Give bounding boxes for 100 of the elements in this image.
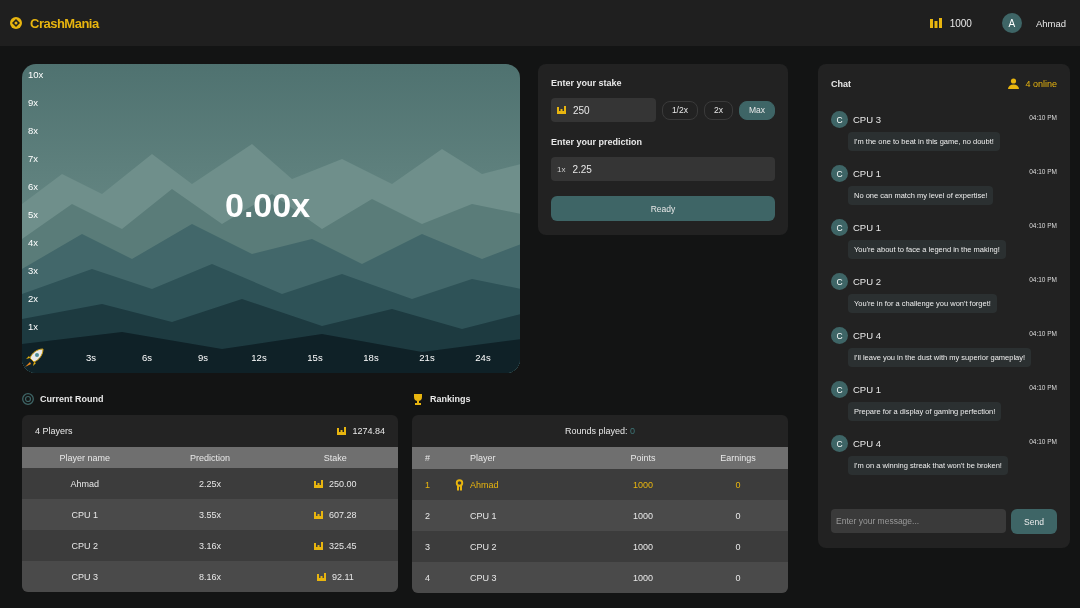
sender-avatar: C: [831, 273, 848, 290]
table-cell-text: 2: [424, 510, 431, 521]
table-cell-text: 1000: [632, 572, 654, 583]
coin-icon: [314, 479, 324, 488]
table-cell-text: Ahmad: [470, 479, 500, 490]
y-axis-label: 4x: [28, 237, 39, 248]
table-cell-text: CPU 2: [470, 541, 498, 552]
coins-icon: [929, 18, 942, 28]
table-cell-text: CPU 1: [470, 510, 498, 521]
x-axis-label: 15s: [307, 352, 323, 363]
table-cell-text: 3.16x: [197, 540, 222, 551]
x-axis-label: 18s: [363, 352, 379, 363]
table-cell-text: CPU 3: [470, 572, 498, 583]
y-axis-label: 5x: [28, 209, 39, 220]
section-title: Rankings: [430, 393, 471, 404]
table-cell-text: 0: [734, 541, 742, 552]
sender-name: CPU 2: [853, 276, 882, 287]
table-cell-text: 8.16x: [197, 571, 222, 582]
table-cell-text: CPU 2: [70, 540, 99, 551]
y-axis-label: 7x: [28, 153, 39, 164]
sender-avatar: C: [831, 165, 848, 182]
table-cell: 607.28: [272, 509, 398, 520]
user-name: Ahmad: [1035, 17, 1066, 29]
coin-icon: [337, 427, 347, 435]
table-cell-text: 1: [424, 479, 431, 490]
app-logo[interactable]: CrashMania: [30, 15, 99, 31]
trophy-icon: [412, 392, 424, 405]
table-cell-text: 1000: [632, 479, 654, 490]
table-cell-text: 0: [734, 572, 742, 583]
table-cell-text: CPU 1: [70, 509, 99, 520]
table-cell-text: 1000: [632, 541, 654, 552]
y-axis-label: 9x: [28, 97, 39, 108]
sender-name: CPU 1: [853, 222, 882, 233]
y-axis-label: 8x: [28, 125, 39, 136]
column-header: Stake: [322, 452, 348, 463]
column-header: Points: [629, 453, 657, 463]
table-cell: 250.00: [272, 478, 398, 489]
table-cell-text: CPU 3: [70, 571, 99, 582]
sender-name: CPU 1: [853, 384, 882, 395]
y-axis-label: 6x: [28, 181, 39, 192]
send-button[interactable]: Send: [1011, 509, 1057, 534]
x-axis-label: 24s: [475, 352, 491, 363]
table-cell-text: 4: [424, 572, 431, 583]
stake-multiplier-button[interactable]: 2x: [703, 100, 733, 120]
table-cell-text: Ahmad: [69, 478, 100, 489]
message-field[interactable]: Enter your message...: [831, 509, 1006, 533]
target-icon: [22, 392, 34, 405]
prediction-label: Enter your prediction: [551, 137, 643, 147]
stake-label: Enter your stake: [551, 78, 623, 88]
x-axis-label: 21s: [419, 352, 435, 363]
column-header: Earnings: [719, 453, 757, 463]
medal-icon: [454, 478, 464, 491]
column-header: #: [424, 453, 431, 463]
table-cell-text: 3.55x: [197, 509, 222, 520]
rounds-played: Rounds played: 0: [564, 426, 636, 436]
y-axis-label: 1x: [28, 321, 39, 332]
total-stake: 1274.84: [337, 426, 385, 436]
coin-icon: [314, 510, 324, 519]
sender-name: CPU 4: [853, 438, 882, 449]
sender-name: CPU 3: [853, 114, 882, 125]
table-cell-text: 2.25x: [197, 478, 222, 489]
table-cell: 92.11: [272, 571, 398, 582]
y-axis-label: 10x: [28, 69, 44, 80]
coin-icon: [314, 541, 324, 550]
coin-icon: [557, 106, 566, 114]
player-count: 4 Players: [35, 426, 73, 436]
x-axis-label: 3s: [86, 352, 96, 363]
logo-icon: [10, 17, 22, 29]
sender-name: CPU 4: [853, 330, 882, 341]
table-cell-text: 0: [734, 479, 742, 490]
x-axis-label: 12s: [251, 352, 267, 363]
x-axis-label: 9s: [198, 352, 208, 363]
column-header: Player name: [58, 452, 111, 463]
chat-title: Chat: [831, 78, 851, 89]
y-axis-label: 3x: [28, 265, 39, 276]
balance-amount: 1000: [949, 17, 972, 29]
table-cell-text: 0: [734, 510, 742, 521]
stake-field[interactable]: 250: [551, 98, 656, 122]
stake-multiplier-button[interactable]: Max: [738, 100, 775, 120]
column-header: Player: [470, 453, 497, 463]
sender-avatar: C: [831, 381, 848, 398]
table-cell-text: 3: [424, 541, 431, 552]
sender-avatar: C: [831, 219, 848, 236]
section-title: Current Round: [40, 393, 104, 404]
stake-multiplier-button[interactable]: 1/2x: [661, 100, 698, 120]
coin-icon: [316, 572, 326, 581]
sender-name: CPU 1: [853, 168, 882, 179]
ready-button[interactable]: Ready: [551, 196, 775, 221]
prediction-field[interactable]: 1x 2.25: [551, 157, 775, 181]
user-avatar[interactable]: A: [1001, 13, 1022, 33]
table-cell-text: 1000: [632, 510, 654, 521]
table-cell: 325.45: [272, 540, 398, 551]
y-axis-label: 2x: [28, 293, 39, 304]
multiplier-value: 0.00x: [225, 186, 311, 225]
online-count: 4 online: [1025, 78, 1057, 89]
column-header: Prediction: [188, 452, 231, 463]
sender-avatar: C: [831, 435, 848, 452]
user-icon: [1008, 78, 1020, 89]
sender-avatar: C: [831, 111, 848, 128]
x-axis-label: 6s: [142, 352, 152, 363]
